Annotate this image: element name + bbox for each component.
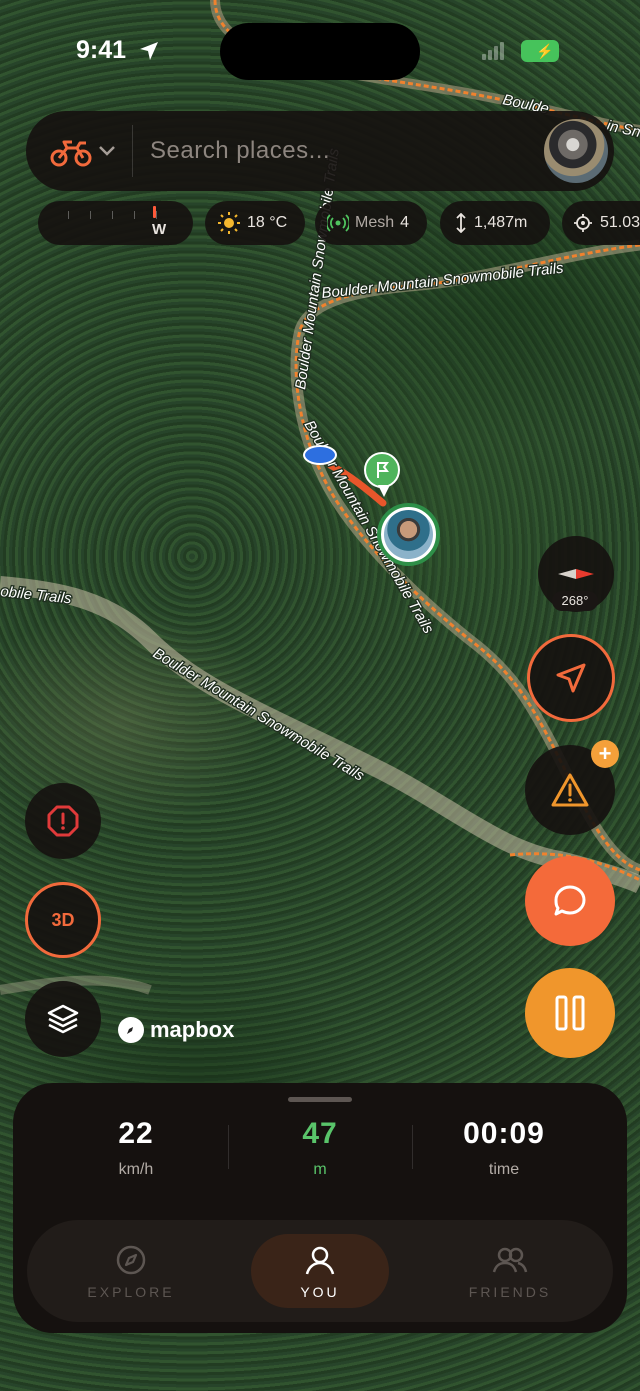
alert-octagon-icon	[47, 805, 79, 837]
crosshair-icon	[574, 214, 592, 232]
distance-value: 47	[302, 1117, 338, 1150]
heading-marker	[153, 206, 156, 218]
mesh-signal-icon	[327, 214, 349, 232]
tab-explore-label: EXPLORE	[87, 1284, 175, 1300]
map-layers-button[interactable]	[25, 981, 101, 1057]
mapbox-attribution[interactable]: mapbox	[118, 1017, 234, 1043]
chat-bubble-icon	[554, 885, 586, 916]
time-unit: time	[488, 1161, 520, 1178]
trail-label-4: Boulder Mountain Snowmobile Trails	[150, 645, 368, 785]
distance-stat: 47 m	[228, 1117, 412, 1179]
add-badge[interactable]: +	[591, 740, 619, 768]
pause-icon	[555, 995, 585, 1031]
altitude-arrows-icon	[456, 213, 466, 233]
compass-strip[interactable]: W	[38, 201, 193, 245]
status-time: 9:41	[76, 36, 127, 64]
coordinate-value: 51.03	[600, 214, 640, 231]
weather-chip[interactable]: 18 °C	[205, 201, 305, 245]
speed-value: 22	[118, 1117, 154, 1150]
compass-heading: 268°	[552, 591, 598, 611]
recenter-button[interactable]	[527, 634, 615, 722]
search-input[interactable]	[148, 128, 522, 174]
trail-label-1: Boulder Mountain Snowmobile Trails	[321, 260, 565, 302]
speed-stat: 22 km/h	[44, 1117, 228, 1179]
tab-you-label: YOU	[300, 1284, 340, 1300]
time-stat: 00:09 time	[412, 1117, 596, 1179]
dynamic-island	[220, 23, 420, 80]
signal-icon	[482, 42, 504, 60]
compass-ticks	[68, 211, 175, 219]
mapbox-logo-icon	[118, 1017, 144, 1043]
compass-needle-icon	[558, 569, 594, 579]
sos-button[interactable]	[25, 783, 101, 859]
user-location-avatar[interactable]	[377, 503, 440, 566]
time-value: 00:09	[463, 1117, 545, 1150]
speed-unit: km/h	[118, 1161, 154, 1178]
waypoint-marker[interactable]	[303, 445, 337, 465]
navigation-arrow-icon	[556, 663, 586, 693]
tab-you[interactable]: YOU	[251, 1234, 389, 1308]
charging-battery-icon: ⚡	[521, 40, 559, 62]
mesh-count: 4	[400, 214, 410, 231]
tab-friends-label: FRIENDS	[468, 1284, 552, 1300]
3d-toggle-button[interactable]: 3D	[25, 882, 101, 958]
chat-button[interactable]	[525, 856, 615, 946]
chevron-down-icon[interactable]	[98, 145, 116, 157]
status-bar: 9:41 ⚡	[0, 0, 640, 100]
search-divider	[132, 125, 133, 177]
profile-avatar[interactable]	[544, 119, 608, 183]
layers-icon	[47, 1004, 79, 1034]
sun-icon	[218, 212, 240, 234]
distance-unit: m	[313, 1161, 327, 1178]
flag-pin[interactable]	[364, 452, 400, 497]
motorcycle-icon[interactable]	[50, 137, 92, 167]
mapbox-wordmark: mapbox	[150, 1017, 235, 1042]
tab-explore[interactable]: EXPLORE	[62, 1234, 200, 1308]
location-arrow-icon	[140, 42, 158, 60]
altitude-value: 1,487m	[474, 214, 528, 231]
tab-friends[interactable]: FRIENDS	[441, 1234, 579, 1308]
panel-drag-handle[interactable]	[288, 1097, 352, 1102]
compass-icon	[116, 1245, 146, 1275]
compass-direction: W	[152, 221, 167, 238]
person-icon	[305, 1246, 335, 1275]
user-photo	[384, 510, 433, 559]
pause-button[interactable]	[525, 968, 615, 1058]
altitude-chip[interactable]: 1,487m	[440, 201, 550, 245]
warning-icon	[551, 773, 589, 807]
mesh-chip[interactable]: Mesh 4	[315, 201, 427, 245]
temperature-value: 18 °C	[247, 214, 288, 231]
friends-icon	[492, 1247, 528, 1273]
mesh-label: Mesh	[355, 214, 395, 231]
coordinate-chip[interactable]: 51.03	[562, 201, 640, 245]
flag-icon	[377, 462, 389, 478]
